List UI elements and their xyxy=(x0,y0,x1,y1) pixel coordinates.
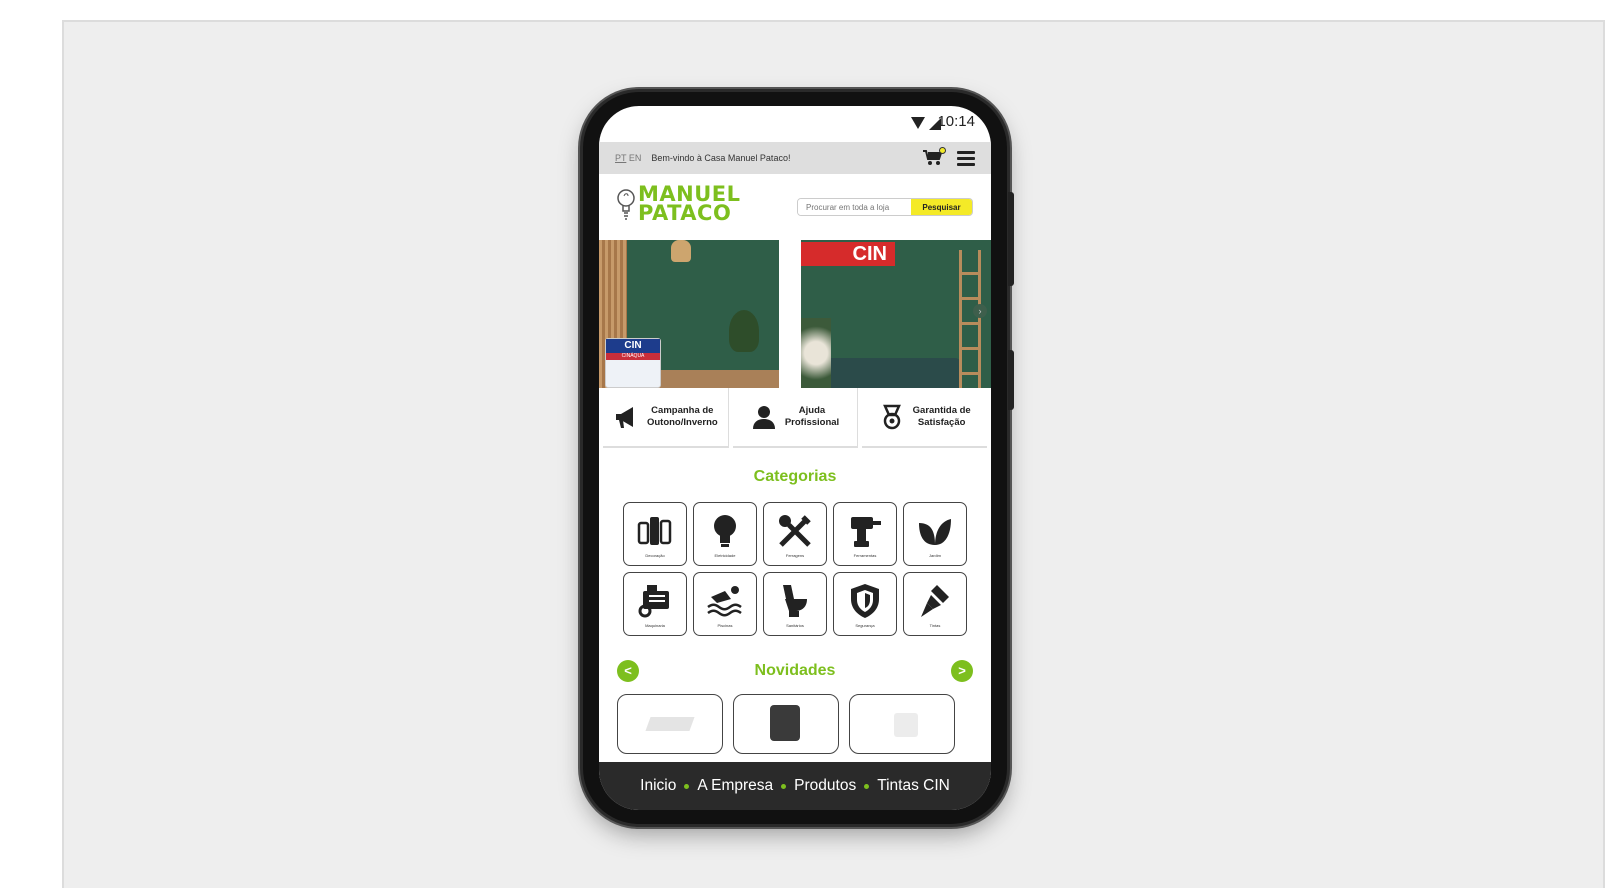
category-label: Ferragens xyxy=(785,552,805,558)
category-decoracao[interactable]: Decoração xyxy=(623,502,687,566)
paint-can-brand: CIN xyxy=(606,339,660,353)
leaves-icon xyxy=(919,518,951,545)
tools-icon xyxy=(779,514,811,547)
feature-label: Garantida de xyxy=(912,405,971,416)
product-card[interactable] xyxy=(617,694,723,754)
product-image xyxy=(645,717,695,731)
cin-banner: CIN xyxy=(801,242,895,266)
category-label: Piscinas xyxy=(717,622,733,628)
category-label: Segurança xyxy=(855,622,875,628)
search-bar: Pesquisar xyxy=(797,198,973,216)
carousel-next-icon[interactable]: › xyxy=(973,304,987,318)
welcome-text: Bem-vindo à Casa Manuel Pataco! xyxy=(651,153,791,163)
megaphone-icon xyxy=(615,407,633,428)
shield-icon xyxy=(851,583,879,618)
nav-separator xyxy=(864,783,870,789)
product-image xyxy=(770,705,800,741)
feature-label: Campanha de xyxy=(651,405,714,416)
paint-can-product: CINÁQUA xyxy=(606,353,660,360)
generator-icon xyxy=(638,584,669,617)
bottom-nav: Inicio A Empresa Produtos Tintas CIN xyxy=(599,762,991,810)
nav-separator xyxy=(684,783,690,789)
feature-help[interactable]: Ajuda Profissional xyxy=(732,388,859,448)
search-input[interactable] xyxy=(798,199,911,215)
lang-en-link[interactable]: EN xyxy=(629,153,642,163)
news-header: < Novidades > xyxy=(599,660,991,682)
category-seguranca[interactable]: Segurança xyxy=(833,572,897,636)
support-agent-icon xyxy=(752,406,775,429)
category-label: Eletricidade xyxy=(714,552,736,558)
language-switcher: PT EN xyxy=(615,153,641,163)
phone-side-button xyxy=(1008,192,1014,286)
drill-icon xyxy=(851,516,881,547)
nav-produtos[interactable]: Produtos xyxy=(794,777,856,795)
medal-icon xyxy=(882,404,901,430)
swimmer-icon xyxy=(707,585,742,616)
news-title: Novidades xyxy=(754,662,836,679)
top-bar: PT EN Bem-vindo à Casa Manuel Pataco! xyxy=(599,142,991,174)
category-tintas[interactable]: Tintas xyxy=(903,572,967,636)
category-sanitarios[interactable]: Sanitários xyxy=(763,572,827,636)
phone-side-button xyxy=(1008,350,1014,410)
nav-a-empresa[interactable]: A Empresa xyxy=(697,777,773,795)
category-jardim[interactable]: Jardim xyxy=(903,502,967,566)
category-label: Decoração xyxy=(645,552,665,558)
hamburger-menu-icon[interactable] xyxy=(957,150,975,166)
decor-icon xyxy=(637,516,672,545)
product-card[interactable] xyxy=(733,694,839,754)
lightbulb-logo-icon xyxy=(617,189,635,220)
category-label: Jardim xyxy=(928,552,941,558)
feature-label: Satisfação xyxy=(917,417,966,428)
status-bar: 10:14 xyxy=(599,106,991,142)
logo-line2: PATACO xyxy=(638,201,732,225)
news-products xyxy=(599,694,991,754)
slide-decor xyxy=(671,240,691,262)
news-prev-button[interactable]: < xyxy=(617,660,639,682)
category-label: Maquinaria xyxy=(645,622,665,628)
slide-decor xyxy=(959,250,981,388)
slide-decor xyxy=(821,358,961,388)
phone-frame: 10:14 PT EN Bem-vindo à Casa Manuel Pata… xyxy=(583,92,1014,824)
feature-label: Ajuda xyxy=(798,405,826,416)
search-button[interactable]: Pesquisar xyxy=(911,199,972,215)
category-maquinaria[interactable]: Maquinaria xyxy=(623,572,687,636)
category-eletricidade[interactable]: Eletricidade xyxy=(693,502,757,566)
phone-screen: 10:14 PT EN Bem-vindo à Casa Manuel Pata… xyxy=(599,106,991,810)
cart-button[interactable] xyxy=(923,147,946,166)
bulb-icon xyxy=(714,514,736,547)
hero-carousel[interactable]: CIN CINÁQUA CIN › xyxy=(599,240,991,388)
category-label: Sanitários xyxy=(786,622,804,628)
category-label: Ferramentas xyxy=(853,552,877,558)
news-next-button[interactable]: > xyxy=(950,660,973,682)
feature-label: Outono/Inverno xyxy=(646,417,718,428)
product-card[interactable] xyxy=(849,694,955,754)
slide-decor xyxy=(801,318,831,388)
feature-guarantee[interactable]: Garantida de Satisfação xyxy=(862,388,988,448)
feature-label: Profissional xyxy=(784,417,840,428)
cart-badge xyxy=(939,147,946,154)
toilet-icon xyxy=(783,584,807,617)
nav-inicio[interactable]: Inicio xyxy=(640,777,676,795)
wifi-icon xyxy=(911,117,925,129)
features-row: Campanha de Outono/Inverno Ajuda Profissio… xyxy=(599,388,991,448)
feature-campaign[interactable]: Campanha de Outono/Inverno xyxy=(603,388,729,448)
nav-separator xyxy=(781,783,787,789)
paint-can-image: CIN CINÁQUA xyxy=(605,338,661,388)
lang-pt-link[interactable]: PT xyxy=(615,153,626,163)
categories-title: Categorias xyxy=(753,468,837,485)
categories-grid: Decoração Eletricidade Ferragens Ferrame… xyxy=(599,502,991,636)
product-image xyxy=(894,713,918,737)
paintbrush-icon xyxy=(921,584,949,617)
nav-tintas-cin[interactable]: Tintas CIN xyxy=(877,777,950,795)
category-ferramentas[interactable]: Ferramentas xyxy=(833,502,897,566)
category-label: Tintas xyxy=(929,622,941,628)
category-piscinas[interactable]: Piscinas xyxy=(693,572,757,636)
hero-slide[interactable]: CIN › xyxy=(801,240,991,388)
category-ferragens[interactable]: Ferragens xyxy=(763,502,827,566)
hero-slide[interactable]: CIN CINÁQUA xyxy=(599,240,779,388)
slide-decor xyxy=(729,310,759,352)
logo[interactable]: MANUEL PATACO xyxy=(617,184,741,229)
status-time: 10:14 xyxy=(937,113,975,130)
site-header: MANUEL PATACO Pesquisar xyxy=(599,174,991,240)
